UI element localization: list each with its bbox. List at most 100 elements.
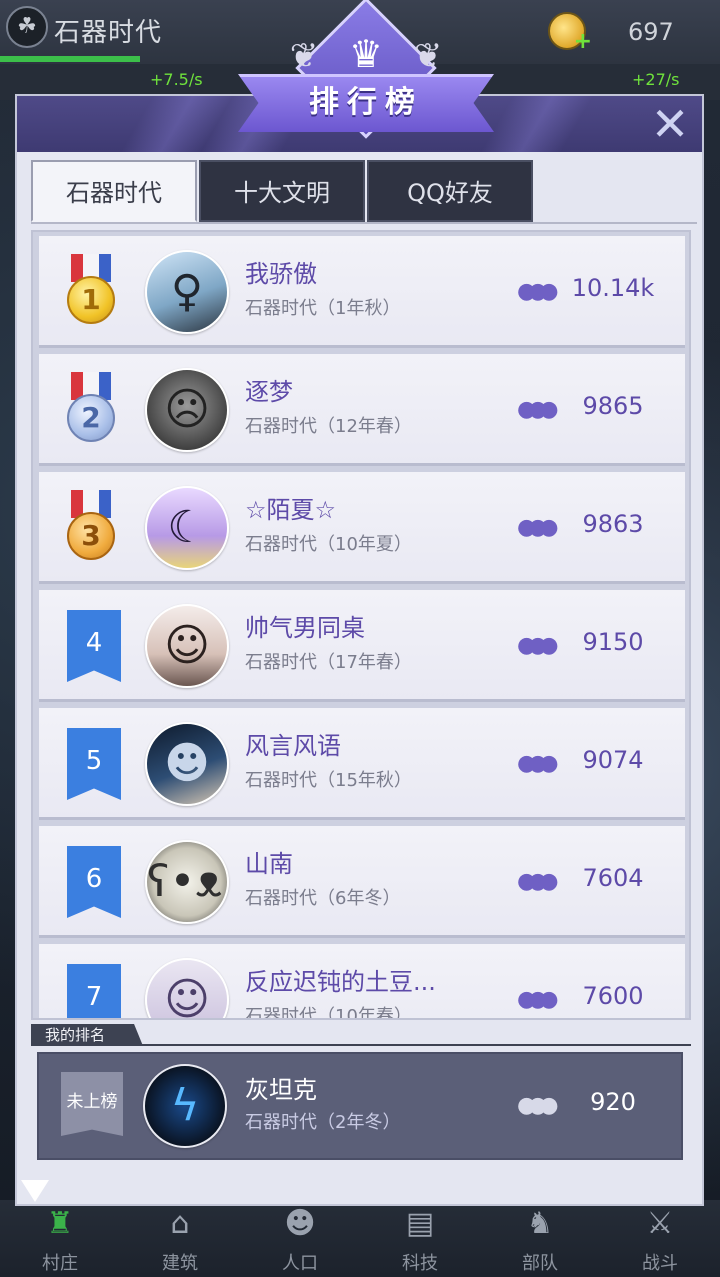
population-icon: ●●● [517,397,559,422]
laurel-icon: ❦ [413,36,443,76]
tab-stone-age[interactable]: 石器时代 [31,160,197,222]
armor-icon: ♞ [526,1206,554,1241]
leaderboard-modal: ✕ 石器时代 十大文明 QQ好友 1 ♀ 我骄傲 石器时代（1年秋） ●●● 1… [15,94,704,1206]
era-title: 石器时代 [54,18,163,48]
population-icon: ●●● [517,633,559,658]
food-rate: +7.5/s [150,70,203,89]
ranking-row[interactable]: 7 ☺ 反应迟钝的土豆... 石器时代（10年春） ●●● 7600 [39,944,685,1020]
swords-icon: ⚔ [646,1206,674,1241]
tab-divider [31,222,697,224]
nav-battle[interactable]: ⚔ 战斗 [600,1200,720,1277]
player-avatar-icon[interactable]: ☘ [6,6,48,48]
nav-village[interactable]: ♜ 村庄 [0,1200,120,1277]
avatar[interactable]: ☺ [145,604,229,688]
nav-troops[interactable]: ♞ 部队 [480,1200,600,1277]
title-badge: ❦ ❦ ♛ 排行榜 [238,0,494,148]
population-score: 7604 [582,864,644,892]
bear-icon: ʕ•ᴥ•ʔ [147,856,227,907]
progress-bar [0,56,140,62]
player-era: 石器时代（12年春） [245,416,412,437]
avatar[interactable]: ☾ [145,486,229,570]
my-rank-divider [31,1044,691,1046]
population-icon: ●●● [517,515,559,540]
book-icon: ▤ [405,1206,435,1241]
avatar[interactable]: ʕ•ᴥ•ʔ [145,840,229,924]
avatar[interactable]: ☺ [145,958,229,1020]
player-era: 石器时代（1年秋） [245,298,401,319]
close-icon[interactable]: ✕ [648,101,692,147]
avatar[interactable]: ♀ [145,250,229,334]
population-icon: ●●● [517,869,559,894]
rank-flag: 4 [67,610,121,682]
rank-number: 2 [67,394,115,442]
nav-technology[interactable]: ▤ 科技 [360,1200,480,1277]
stone-rate: +27/s [632,70,680,89]
population-score: 9863 [582,510,644,538]
ranking-row[interactable]: 5 ☻ 风言风语 石器时代（15年秋） ●●● 9074 [39,708,685,820]
my-rank-label: 我的排名 [31,1024,143,1046]
my-player-name: 灰坦克 [245,1076,317,1104]
player-name: 风言风语 [245,732,341,760]
rank-number: 1 [67,276,115,324]
player-name: 逐梦 [245,378,293,406]
rank-number: 3 [67,512,115,560]
rank-flag: 5 [67,728,121,800]
player-name: 山南 [245,850,293,878]
portrait-icon: ♀ [170,266,204,317]
tab-top-civilizations[interactable]: 十大文明 [199,160,365,222]
ranking-row[interactable]: 6 ʕ•ᴥ•ʔ 山南 石器时代（6年冬） ●●● 7604 [39,826,685,938]
ranking-row[interactable]: 1 ♀ 我骄傲 石器时代（1年秋） ●●● 10.14k [39,236,685,348]
avatar[interactable]: ☻ [145,722,229,806]
bronze-medal-icon: 3 [65,490,117,560]
my-rank-row[interactable]: 未上榜 ϟ 灰坦克 石器时代（2年冬） ●●● 920 [37,1052,683,1160]
house-icon: ⌂ [170,1206,190,1241]
population-score: 9150 [582,628,644,656]
ranking-row[interactable]: 4 ☺ 帅气男同桌 石器时代（17年春） ●●● 9150 [39,590,685,702]
player-era: 石器时代（10年春） [245,1006,412,1020]
portrait-icon: ☺ [164,620,210,671]
person-icon: ☻ [284,1206,316,1241]
population-score: 9865 [582,392,644,420]
unranked-badge: 未上榜 [61,1072,123,1136]
ranking-row[interactable]: 2 ☹ 逐梦 石器时代（12年春） ●●● 9865 [39,354,685,466]
population-icon: ●●● [517,279,559,304]
header-stripe [480,96,594,152]
player-era: 石器时代（10年夏） [245,534,412,555]
gold-medal-icon: 1 [65,254,117,324]
lightning-icon: ϟ [170,1080,200,1131]
castle-icon: ♜ [46,1206,74,1241]
population-icon: ●●● [517,1093,559,1118]
player-name: ☆陌夏☆ [245,496,337,524]
player-name: 反应迟钝的土豆... [245,968,436,996]
corner-marker-icon [21,1180,49,1202]
player-name: 帅气男同桌 [245,614,365,642]
population-score: 10.14k [571,274,655,302]
population-icon: ●●● [517,751,559,776]
rank-flag: 7 [67,964,121,1018]
portrait-icon: ☻ [164,738,210,789]
tab-bar: 石器时代 十大文明 QQ好友 [31,160,535,224]
laurel-icon: ❦ [289,36,319,76]
portrait-icon: ☹ [164,384,210,435]
avatar[interactable]: ϟ [143,1064,227,1148]
population-score: 7600 [582,982,644,1010]
bottom-nav: ♜ 村庄 ⌂ 建筑 ☻ 人口 ▤ 科技 ♞ 部队 ⚔ 战斗 [0,1200,720,1277]
cat-icon: ☾ [167,502,207,553]
coin-add-icon[interactable]: + [548,12,592,54]
crown-icon: ♛ [348,32,384,76]
nav-building[interactable]: ⌂ 建筑 [120,1200,240,1277]
player-era: 石器时代（15年秋） [245,770,412,791]
population-icon: ●●● [517,987,559,1012]
tab-qq-friends[interactable]: QQ好友 [367,160,533,222]
modal-title: 排行榜 [309,85,423,120]
nav-population[interactable]: ☻ 人口 [240,1200,360,1277]
silver-medal-icon: 2 [65,372,117,442]
coin-count: 697 [628,18,674,46]
ranking-row[interactable]: 3 ☾ ☆陌夏☆ 石器时代（10年夏） ●●● 9863 [39,472,685,584]
my-population-score: 920 [590,1088,636,1116]
avatar[interactable]: ☹ [145,368,229,452]
rank-flag: 6 [67,846,121,918]
portrait-icon: ☺ [164,974,210,1020]
ranking-list[interactable]: 1 ♀ 我骄傲 石器时代（1年秋） ●●● 10.14k 2 ☹ 逐梦 石器时代… [31,230,691,1020]
player-name: 我骄傲 [245,260,317,288]
